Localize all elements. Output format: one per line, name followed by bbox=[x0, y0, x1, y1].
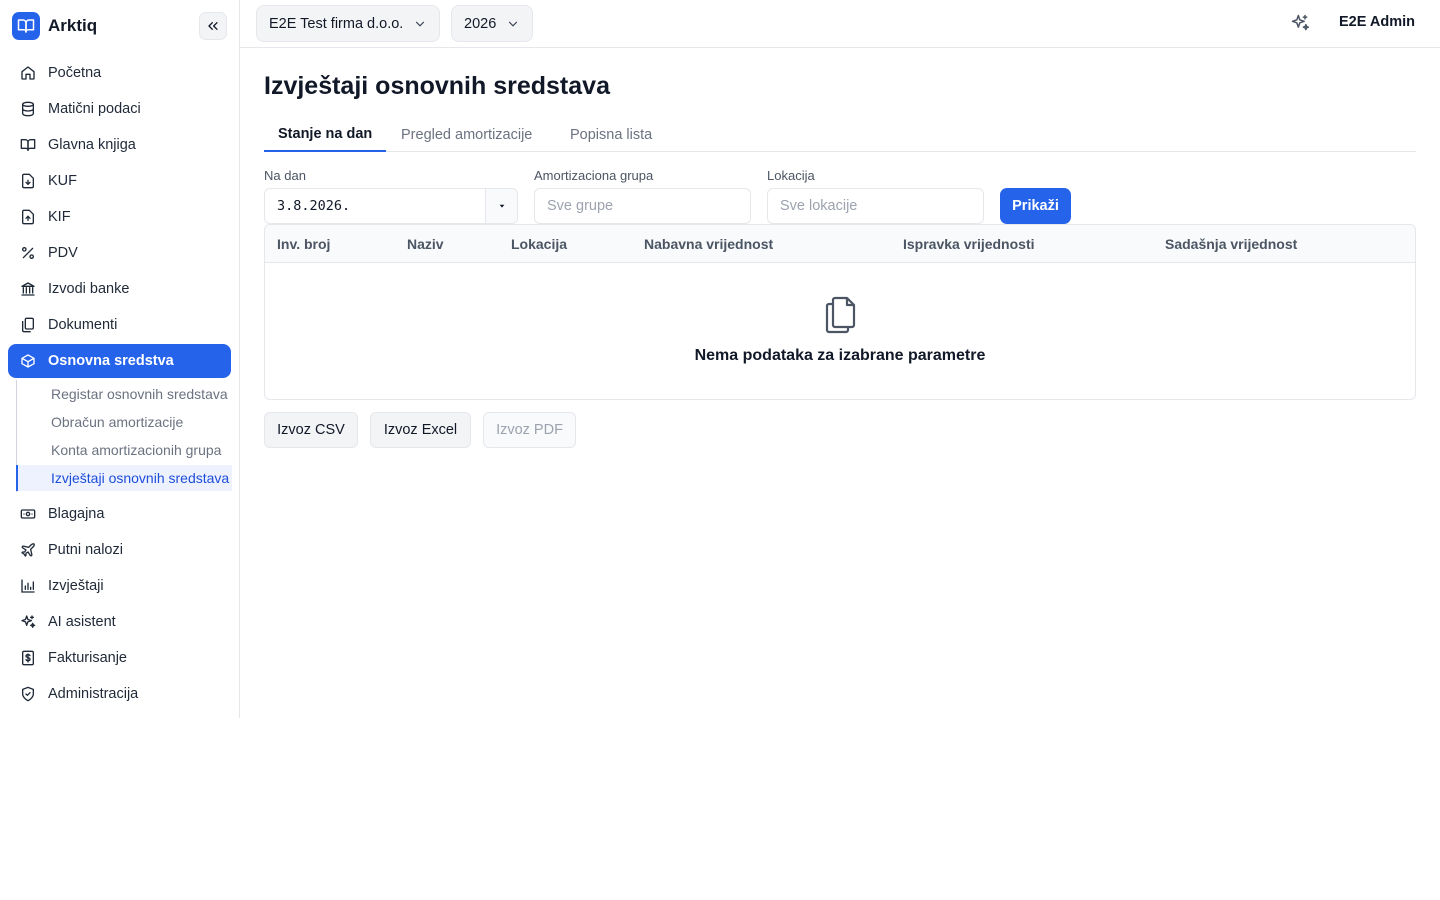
documents-icon bbox=[20, 317, 36, 333]
book-logo-icon bbox=[12, 12, 40, 40]
year-select-value: 2026 bbox=[464, 15, 497, 32]
sidebar-item-label: Fakturisanje bbox=[48, 650, 127, 666]
user-menu[interactable]: E2E Admin bbox=[1339, 14, 1415, 30]
chevrons-left-icon bbox=[208, 21, 218, 30]
sidebar-item-blagajna[interactable]: Blagajna bbox=[8, 497, 231, 531]
book-open-icon bbox=[20, 137, 36, 153]
group-label: Amortizaciona grupa bbox=[534, 168, 654, 183]
report-tabs: Stanje na dan Pregled amortizacije Popis… bbox=[264, 118, 1416, 152]
date-value[interactable]: 3.8.2026. bbox=[265, 189, 485, 223]
table-header: Inv. broj Naziv Lokacija Nabavna vrijedn… bbox=[265, 225, 1415, 263]
sidebar-item-putni-nalozi[interactable]: Putni nalozi bbox=[8, 533, 231, 567]
sidebar-item-osnovna-sredstva[interactable]: Osnovna sredstva bbox=[8, 344, 231, 378]
column-header[interactable]: Sadašnja vrijednost bbox=[1165, 225, 1297, 263]
sidebar-item-izvodi-banke[interactable]: Izvodi banke bbox=[8, 272, 231, 306]
sidebar-item-label: Matični podaci bbox=[48, 101, 141, 117]
empty-state-message: Nema podataka za izabrane parametre bbox=[694, 347, 986, 364]
sidebar-item-pocetna[interactable]: Početna bbox=[8, 56, 231, 90]
copy-documents-icon bbox=[825, 296, 856, 334]
page-title: Izvještaji osnovnih sredstava bbox=[264, 72, 610, 100]
tab-stanje-na-dan[interactable]: Stanje na dan bbox=[264, 118, 387, 152]
year-select[interactable]: 2026 bbox=[451, 5, 534, 42]
company-select[interactable]: E2E Test firma d.o.o. bbox=[256, 5, 441, 42]
sidebar-item-label: AI asistent bbox=[48, 614, 116, 630]
sidebar-item-label: Osnovna sredstva bbox=[48, 353, 174, 369]
column-header[interactable]: Nabavna vrijednost bbox=[644, 225, 773, 263]
sidebar-item-label: Izvodi banke bbox=[48, 281, 130, 297]
subnav-item-label: Obračun amortizacije bbox=[51, 414, 184, 430]
chevron-down-icon bbox=[416, 21, 425, 27]
sidebar-item-label: KUF bbox=[48, 173, 77, 189]
percent-icon bbox=[20, 245, 36, 261]
export-pdf-button[interactable]: Izvoz PDF bbox=[483, 412, 576, 448]
box-icon bbox=[20, 353, 36, 369]
export-csv-button[interactable]: Izvoz CSV bbox=[264, 412, 358, 448]
sidebar-item-kuf[interactable]: KUF bbox=[8, 164, 231, 198]
shield-icon bbox=[20, 686, 36, 702]
sparkles-icon bbox=[1291, 14, 1310, 31]
empty-state-icon bbox=[822, 295, 858, 335]
subnav-osnovna-sredstva: Registar osnovnih sredstava Obračun amor… bbox=[16, 380, 232, 492]
sidebar-item-ai-asistent[interactable]: AI asistent bbox=[8, 605, 231, 639]
sparkles-icon bbox=[20, 614, 36, 630]
date-field[interactable]: 3.8.2026. bbox=[264, 188, 518, 224]
sidebar-item-label: PDV bbox=[48, 245, 78, 261]
sidebar-item-label: Izvještaji bbox=[48, 578, 104, 594]
sidebar-item-izvjestaji[interactable]: Izvještaji bbox=[8, 569, 231, 603]
brand[interactable]: Arktiq bbox=[12, 12, 97, 40]
file-upload-icon bbox=[20, 209, 36, 225]
company-select-value: E2E Test firma d.o.o. bbox=[269, 15, 404, 32]
subnav-item-obracun-amortizacije[interactable]: Obračun amortizacije bbox=[17, 409, 233, 435]
date-label: Na dan bbox=[264, 168, 306, 183]
subnav-item-label: Registar osnovnih sredstava bbox=[51, 386, 228, 402]
sidebar-item-label: Početna bbox=[48, 65, 102, 81]
bar-chart-icon bbox=[20, 578, 36, 594]
subnav-item-registar[interactable]: Registar osnovnih sredstava bbox=[17, 381, 233, 407]
subnav-item-konta-amortizacionih-grupa[interactable]: Konta amortizacionih grupa bbox=[17, 437, 233, 463]
sidebar-item-administracija[interactable]: Administracija bbox=[8, 677, 231, 711]
sidebar-item-kif[interactable]: KIF bbox=[8, 200, 231, 234]
file-download-icon bbox=[20, 173, 36, 189]
sidebar-item-label: Glavna knjiga bbox=[48, 137, 136, 153]
sidebar-item-pdv[interactable]: PDV bbox=[8, 236, 231, 270]
ai-assistant-button[interactable] bbox=[1289, 12, 1311, 34]
sidebar-item-label: KIF bbox=[48, 209, 71, 225]
collapse-sidebar-button[interactable] bbox=[199, 12, 227, 40]
subnav-item-label: Izvještaji osnovnih sredstava bbox=[51, 470, 230, 486]
caret-down-icon bbox=[499, 204, 504, 208]
sidebar-item-fakturisanje[interactable]: Fakturisanje bbox=[8, 641, 231, 675]
invoice-icon bbox=[20, 650, 36, 666]
sidebar-item-glavna-knjiga[interactable]: Glavna knjiga bbox=[8, 128, 231, 162]
subnav-item-izvjestaji-osnovnih-sredstava[interactable]: Izvještaji osnovnih sredstava bbox=[16, 465, 232, 491]
location-select[interactable] bbox=[767, 188, 984, 224]
sidebar-item-label: Putni nalozi bbox=[48, 542, 123, 558]
tab-pregled-amortizacije[interactable]: Pregled amortizacije bbox=[387, 118, 546, 152]
export-excel-button[interactable]: Izvoz Excel bbox=[370, 412, 471, 448]
tab-popisna-lista[interactable]: Popisna lista bbox=[556, 118, 666, 152]
sidebar-item-label: Blagajna bbox=[48, 506, 105, 522]
group-select[interactable] bbox=[534, 188, 751, 224]
top-bar: E2E Test firma d.o.o. 2026 E2E Admin bbox=[240, 0, 1440, 48]
subnav-item-label: Konta amortizacionih grupa bbox=[51, 442, 222, 458]
bank-icon bbox=[20, 281, 36, 297]
plane-icon bbox=[20, 542, 36, 558]
date-picker-button[interactable] bbox=[485, 189, 517, 223]
show-button[interactable]: Prikaži bbox=[1000, 188, 1071, 224]
app-name: Arktiq bbox=[48, 16, 98, 35]
column-header[interactable]: Ispravka vrijednosti bbox=[903, 225, 1035, 263]
sidebar-item-label: Administracija bbox=[48, 686, 139, 702]
sidebar-item-label: Dokumenti bbox=[48, 317, 118, 333]
sidebar: Arktiq Početna Matični podaci Glavna knj… bbox=[0, 0, 240, 718]
assets-table: Inv. broj Naziv Lokacija Nabavna vrijedn… bbox=[264, 224, 1416, 400]
sidebar-item-maticni-podaci[interactable]: Matični podaci bbox=[8, 92, 231, 126]
column-header[interactable]: Naziv bbox=[407, 225, 444, 263]
cash-icon bbox=[20, 506, 36, 522]
database-icon bbox=[20, 101, 36, 117]
location-label: Lokacija bbox=[767, 168, 815, 183]
chevron-down-icon bbox=[509, 21, 518, 27]
home-icon bbox=[20, 65, 36, 81]
sidebar-item-dokumenti[interactable]: Dokumenti bbox=[8, 308, 231, 342]
column-header[interactable]: Lokacija bbox=[511, 225, 567, 263]
column-header[interactable]: Inv. broj bbox=[277, 225, 330, 263]
